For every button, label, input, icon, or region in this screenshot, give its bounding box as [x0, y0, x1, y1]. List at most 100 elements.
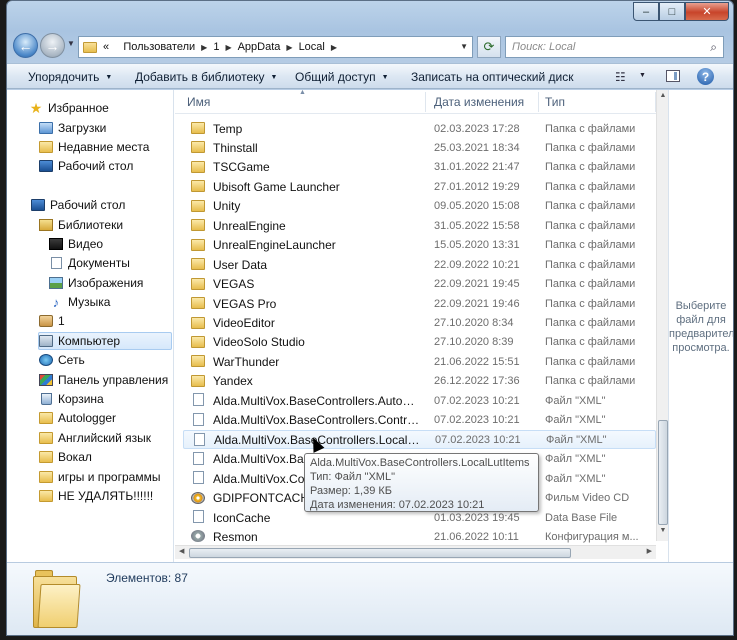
nav-desktop-favorite[interactable]: Рабочий стол [39, 157, 133, 175]
folder-icon [191, 374, 205, 387]
nav-games[interactable]: игры и программы [39, 468, 160, 486]
scroll-left-icon[interactable]: ◀ [179, 547, 184, 555]
scroll-up-icon[interactable]: ▲ [658, 92, 668, 104]
file-row[interactable]: Thinstall 25.03.2021 18:34 Папка с файлами [183, 138, 656, 157]
file-row[interactable]: VEGAS Pro 22.09.2021 19:46 Папка с файлами [183, 294, 656, 313]
scroll-right-icon[interactable]: ▶ [647, 547, 652, 555]
share-button[interactable]: Общий доступ ▼ [295, 70, 389, 84]
nav-user-folder[interactable]: 1 [39, 312, 65, 330]
scroll-down-icon[interactable]: ▼ [658, 527, 668, 539]
file-name: VEGAS Pro [213, 296, 277, 311]
nav-recent-places[interactable]: Недавние места [39, 138, 149, 156]
file-type: Файл "XML" [545, 472, 606, 485]
horizontal-scrollbar[interactable]: ◀ ▶ [175, 545, 656, 559]
file-name: Ubisoft Game Launcher [213, 179, 340, 194]
nav-computer[interactable]: Компьютер [38, 332, 172, 350]
nav-favorites[interactable]: ★ Избранное [29, 99, 109, 117]
file-row[interactable]: TSCGame 31.01.2022 21:47 Папка с файлами [183, 158, 656, 177]
back-button[interactable]: ← [13, 33, 38, 58]
search-input[interactable]: Поиск: Local ⌕ [505, 36, 724, 58]
breadcrumb-separator-icon[interactable]: ▶ [225, 43, 231, 52]
forward-button[interactable]: → [40, 33, 65, 58]
maximize-button[interactable]: □ [659, 2, 685, 21]
close-button[interactable]: ✕ [685, 2, 729, 21]
nav-no-delete[interactable]: НЕ УДАЛЯТЬ!!!!!! [39, 487, 153, 505]
file-row[interactable]: Ubisoft Game Launcher 27.01.2012 19:29 Пап… [183, 177, 656, 196]
file-row[interactable]: UnrealEngineLauncher 15.05.2020 13:31 Папк… [183, 236, 656, 255]
recent-pages-dropdown[interactable]: ▼ [67, 39, 75, 48]
address-bar[interactable]: « Пользователи ▶ 1 ▶ AppData ▶ Local ▶ ▼ [78, 36, 473, 58]
column-divider[interactable] [538, 92, 539, 112]
nav-music[interactable]: ♪ Музыка [49, 293, 111, 311]
breadcrumb-separator-icon[interactable]: ▶ [201, 43, 207, 52]
file-date: 21.06.2022 10:11 [434, 530, 519, 543]
column-date[interactable]: Дата изменения [434, 95, 524, 109]
file-date: 15.05.2020 13:31 [434, 239, 520, 252]
nav-video[interactable]: Видео [49, 235, 103, 253]
desktop-icon [31, 199, 45, 211]
file-row[interactable]: User Data 22.09.2022 10:21 Папка с файлами [183, 255, 656, 274]
file-date: 07.02.2023 10:21 [434, 394, 520, 407]
nav-label: Сеть [58, 353, 85, 367]
burn-button[interactable]: Записать на оптический диск [411, 70, 574, 84]
libraries-icon [39, 219, 53, 231]
file-row[interactable]: Alda.MultiVox.BaseControllers.AutoDispl.… [183, 391, 656, 410]
help-icon[interactable]: ? [697, 68, 714, 85]
preview-pane: Выберите файл для предварительного просм… [668, 90, 733, 562]
vertical-scrollbar[interactable]: ▲ ▼ [656, 90, 668, 541]
breadcrumb-users[interactable]: Пользователи [123, 41, 195, 53]
file-row[interactable]: Yandex 26.12.2022 17:36 Папка с файлами [183, 372, 656, 391]
nav-documents[interactable]: Документы [49, 254, 130, 272]
nav-english[interactable]: Английский язык [39, 429, 151, 447]
file-row[interactable]: VideoSolo Studio 27.10.2020 8:39 Папка с ф… [183, 333, 656, 352]
file-row[interactable]: VideoEditor 27.10.2020 8:34 Папка с файлам… [183, 314, 656, 333]
file-date: 26.12.2022 17:36 [434, 375, 520, 388]
nav-vocal[interactable]: Вокал [39, 448, 92, 466]
refresh-button[interactable]: ⟳ [477, 36, 501, 58]
vertical-scroll-thumb[interactable] [658, 420, 668, 525]
horizontal-scroll-thumb[interactable] [189, 548, 571, 558]
file-row[interactable]: VEGAS 22.09.2021 19:45 Папка с файлами [183, 275, 656, 294]
folder-icon [191, 355, 205, 368]
view-dropdown-icon[interactable]: ▼ [639, 72, 646, 79]
breadcrumb-separator-icon[interactable]: ▶ [286, 43, 292, 52]
column-name[interactable]: Имя [187, 95, 210, 109]
file-row[interactable]: Temp 02.03.2023 17:28 Папка с файлами [183, 119, 656, 138]
file-row[interactable]: Unity 09.05.2020 15:08 Папка с файлами [183, 197, 656, 216]
user-folder-icon [39, 315, 53, 327]
column-type[interactable]: Тип [545, 95, 565, 109]
nav-downloads[interactable]: Загрузки [39, 119, 106, 137]
minimize-button[interactable]: – [633, 2, 659, 21]
file-name: VideoSolo Studio [213, 335, 305, 350]
nav-images[interactable]: Изображения [49, 274, 143, 292]
file-row[interactable]: Alda.MultiVox.BaseControllers.Controller… [183, 411, 656, 430]
breadcrumb-appdata[interactable]: AppData [238, 41, 281, 53]
breadcrumb-local[interactable]: Local [299, 41, 325, 53]
file-type: Папка с файлами [545, 122, 636, 135]
nav-control-panel[interactable]: Панель управления [39, 371, 168, 389]
nav-label: Изображения [68, 276, 144, 290]
breadcrumb-overflow[interactable]: « [103, 41, 109, 53]
nav-desktop[interactable]: Рабочий стол [31, 196, 125, 214]
recycle-bin-icon [41, 393, 52, 405]
column-divider[interactable] [425, 92, 426, 112]
search-icon[interactable]: ⌕ [710, 40, 717, 55]
preview-pane-icon[interactable] [666, 70, 680, 82]
nav-label: Библиотеки [58, 218, 124, 232]
nav-label: Избранное [48, 101, 109, 115]
file-row[interactable]: Resmon 21.06.2022 10:11 Конфигурация м... [183, 527, 656, 546]
nav-libraries[interactable]: Библиотеки [39, 216, 123, 234]
file-row[interactable]: Alda.MultiVox.BaseControllers.LocalLutIt… [183, 430, 656, 450]
file-row[interactable]: WarThunder 21.06.2022 15:51 Папка с файлам… [183, 352, 656, 371]
nav-autologger[interactable]: Autologger [39, 409, 116, 427]
nav-network[interactable]: Сеть [39, 351, 85, 369]
file-name: User Data [213, 257, 268, 272]
address-dropdown-icon[interactable]: ▼ [460, 42, 468, 51]
view-options-icon[interactable]: ☷ [615, 70, 626, 84]
file-row[interactable]: UnrealEngine 31.05.2022 15:58 Папка с файл… [183, 216, 656, 235]
nav-recycle-bin[interactable]: Корзина [39, 390, 104, 408]
breadcrumb-user[interactable]: 1 [213, 41, 219, 53]
add-to-library-button[interactable]: Добавить в библиотеку ▼ [135, 70, 277, 84]
breadcrumb-separator-icon[interactable]: ▶ [331, 43, 337, 52]
organize-button[interactable]: Упорядочить ▼ [28, 70, 112, 84]
